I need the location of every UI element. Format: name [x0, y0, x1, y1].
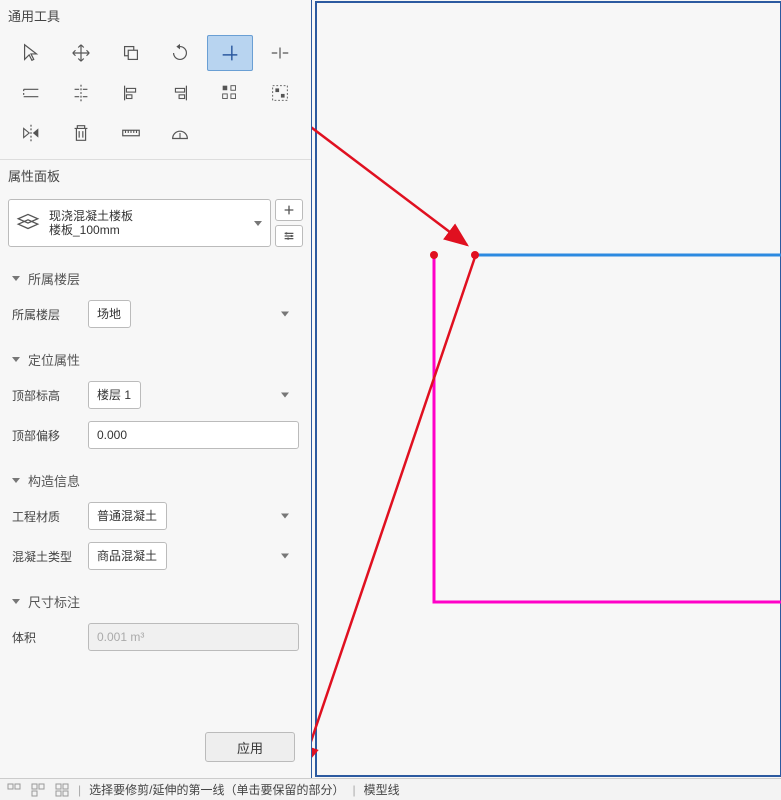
group-tool[interactable] [257, 75, 303, 111]
align-icon [70, 82, 92, 104]
volume-label: 体积 [12, 629, 80, 646]
select-tool[interactable] [8, 35, 54, 71]
status-bar: | 选择要修剪/延伸的第一线（单击要保留的部分） | 模型线 [0, 778, 781, 800]
protractor-icon [169, 122, 191, 144]
align-left-tool[interactable] [108, 75, 154, 111]
view-mode-2[interactable] [30, 782, 46, 798]
split-tool[interactable] [257, 35, 303, 71]
section-position[interactable]: 定位属性 [8, 344, 303, 375]
move-icon [70, 42, 92, 64]
split-icon [269, 42, 291, 64]
array-icon [219, 82, 241, 104]
material-select[interactable]: 普通混凝土 [88, 502, 167, 530]
copy-tool[interactable] [108, 35, 154, 71]
type-selector[interactable]: 现浇混凝土楼板 楼板_100mm [8, 199, 271, 247]
view-mode-1[interactable] [6, 782, 22, 798]
sidebar: 通用工具 [0, 0, 312, 778]
mirror-tool[interactable] [8, 115, 54, 151]
drawing-canvas[interactable] [312, 0, 781, 778]
section-floor[interactable]: 所属楼层 [8, 263, 303, 294]
trim-extend-tool[interactable] [207, 35, 253, 71]
rotate-tool[interactable] [157, 35, 203, 71]
status-mode: 模型线 [364, 781, 400, 798]
offset-tool[interactable] [8, 75, 54, 111]
canvas-svg [312, 0, 781, 778]
section-dimensions[interactable]: 尺寸标注 [8, 586, 303, 617]
properties-panel: 现浇混凝土楼板 楼板_100mm 所属楼层 所属楼层 场地 定位属性 [0, 191, 311, 778]
array-tool[interactable] [207, 75, 253, 111]
copy-icon [120, 42, 142, 64]
material-label: 工程材质 [12, 508, 80, 525]
volume-input [88, 623, 299, 651]
slab-icon [15, 209, 41, 238]
tools-panel-title: 通用工具 [0, 0, 311, 31]
properties-panel-title: 属性面板 [0, 160, 311, 191]
status-hint: 选择要修剪/延伸的第一线（单击要保留的部分） [89, 781, 344, 798]
tool-grid [0, 31, 311, 160]
rotate-icon [169, 42, 191, 64]
align-left-icon [120, 82, 142, 104]
plus-icon [282, 203, 296, 217]
offset-icon [20, 82, 42, 104]
top-offset-input[interactable] [88, 421, 299, 449]
apply-button[interactable]: 应用 [205, 732, 295, 762]
concrete-type-label: 混凝土类型 [12, 548, 80, 565]
ruler-icon [120, 122, 142, 144]
delete-tool[interactable] [58, 115, 104, 151]
top-offset-label: 顶部偏移 [12, 427, 80, 444]
trim-icon [219, 42, 241, 64]
group-icon [269, 82, 291, 104]
trash-icon [70, 122, 92, 144]
add-type-button[interactable] [275, 199, 303, 221]
type-line2: 楼板_100mm [49, 223, 264, 237]
align-right-icon [169, 82, 191, 104]
section-construction[interactable]: 构造信息 [8, 465, 303, 496]
measure-tool[interactable] [108, 115, 154, 151]
status-divider-2: | [352, 783, 355, 797]
move-tool[interactable] [58, 35, 104, 71]
floor-label: 所属楼层 [12, 306, 80, 323]
type-line1: 现浇混凝土楼板 [49, 209, 264, 223]
align-right-tool[interactable] [157, 75, 203, 111]
cursor-icon [20, 42, 42, 64]
edit-type-button[interactable] [275, 225, 303, 247]
concrete-type-select[interactable]: 商品混凝土 [88, 542, 167, 570]
align-tool[interactable] [58, 75, 104, 111]
mirror-icon [20, 122, 42, 144]
angle-tool[interactable] [157, 115, 203, 151]
top-elevation-select[interactable]: 楼层 1 [88, 381, 141, 409]
floor-select[interactable]: 场地 [88, 300, 131, 328]
status-divider: | [78, 783, 81, 797]
view-mode-3[interactable] [54, 782, 70, 798]
settings-icon [282, 229, 296, 243]
top-elevation-label: 顶部标高 [12, 387, 80, 404]
